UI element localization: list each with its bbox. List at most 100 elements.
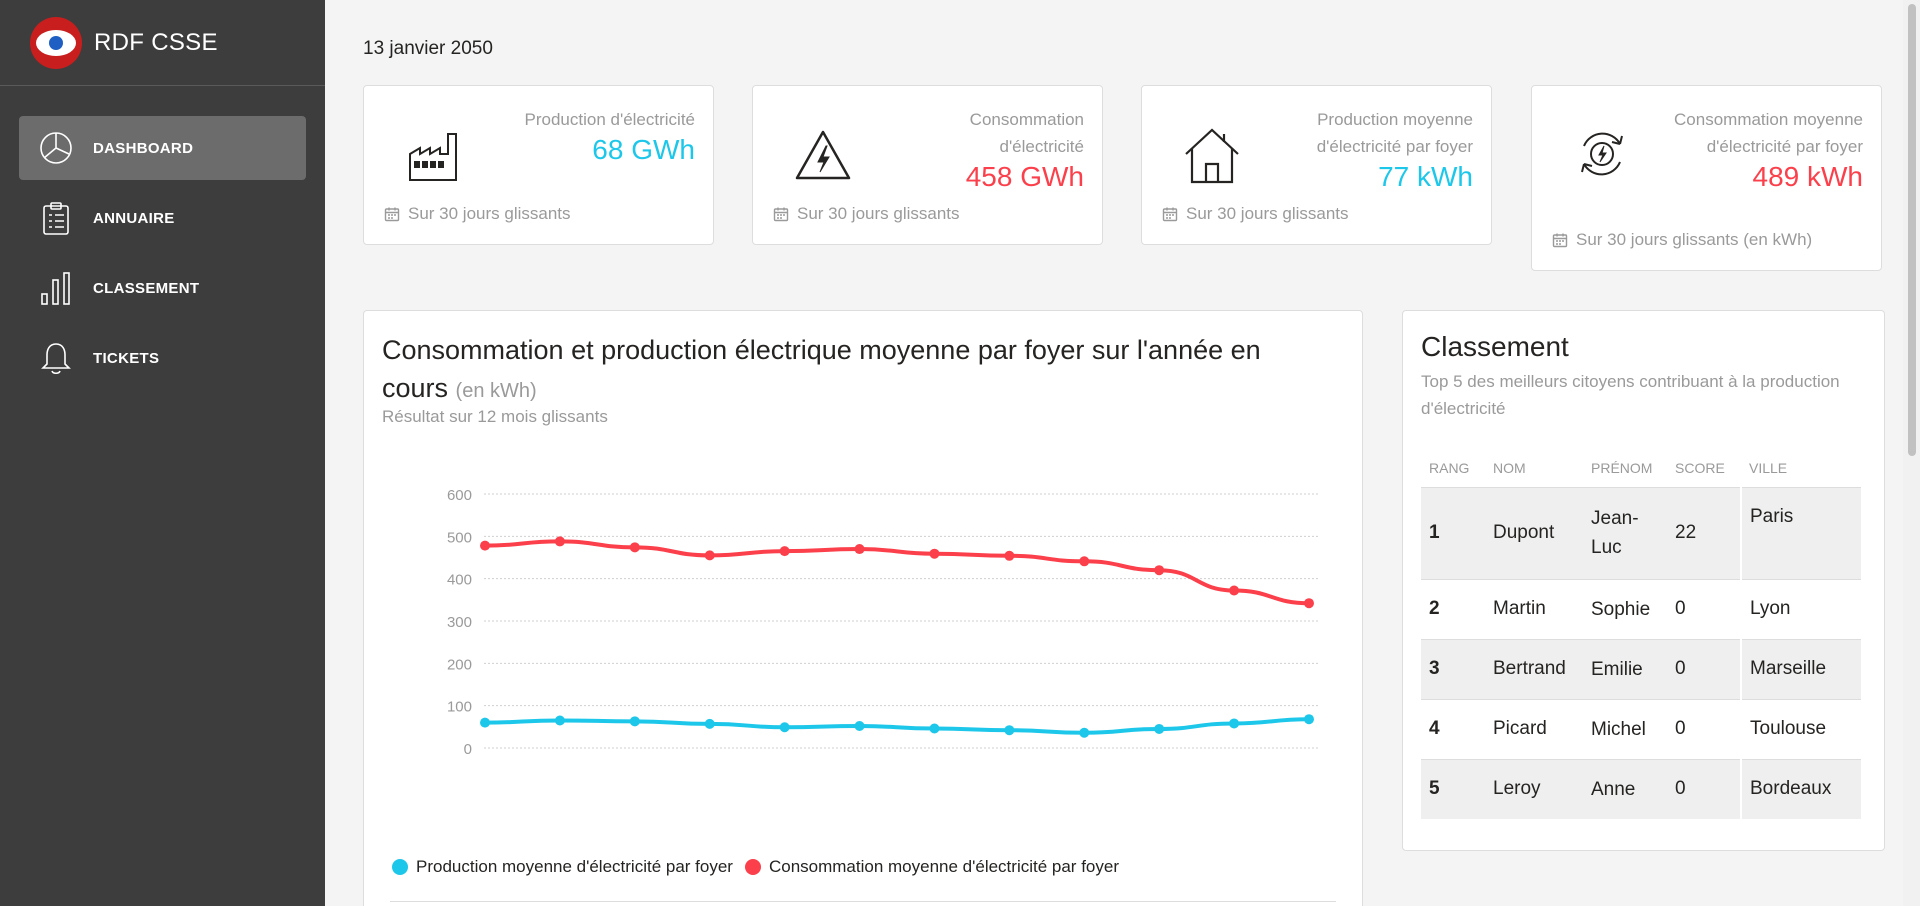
cell-prenom: Sophie (1583, 578, 1667, 639)
x-tick-label: Mai (785, 760, 809, 761)
sidebar-item-annuaire[interactable]: ANNUAIRE (19, 186, 306, 250)
data-point[interactable] (929, 723, 940, 734)
bell-icon (37, 339, 75, 377)
eye-logo-icon (30, 16, 82, 69)
stat-value: 458 GWh (965, 161, 1084, 192)
cell-score: 0 (1667, 578, 1741, 639)
current-date: 13 janvier 2050 (363, 38, 493, 59)
clipboard-icon (37, 199, 75, 237)
y-tick-label: 600 (447, 487, 472, 504)
chart-unit: (en kWh) (455, 380, 537, 402)
legend-label: Production moyenne d'électricité par foy… (416, 857, 733, 876)
stat-card-consommation: Consommation d'électricité 458 GWh Sur 3… (752, 85, 1103, 245)
data-point[interactable] (929, 548, 940, 559)
data-point[interactable] (854, 544, 865, 555)
x-tick-label: Mars (630, 760, 663, 761)
table-row[interactable]: 3 Bertrand Emilie 0 Marseille (1421, 638, 1861, 699)
data-point[interactable] (1154, 723, 1165, 734)
y-tick-label: 100 (447, 699, 472, 716)
calendar-icon (384, 207, 400, 222)
sidebar-item-label: TICKETS (93, 349, 160, 367)
data-point[interactable] (629, 542, 640, 553)
data-point[interactable] (1079, 556, 1090, 567)
column-header: RANG (1429, 459, 1470, 476)
sidebar-item-classement[interactable]: CLASSEMENT (19, 256, 306, 320)
sidebar-item-dashboard[interactable]: DASHBOARD (19, 116, 306, 180)
data-point[interactable] (1079, 727, 1090, 738)
series-line-2 (484, 539, 1310, 606)
legend-label: Consommation moyenne d'électricité par f… (768, 857, 1119, 876)
ranking-title: Classement (1421, 331, 1569, 362)
stat-card-consommation-foyer: Consommation moyenne d'électricité par f… (1531, 85, 1882, 271)
data-point[interactable] (1229, 718, 1240, 729)
legend-dot (392, 859, 408, 875)
cell-nom: Picard (1485, 698, 1583, 759)
data-point[interactable] (779, 546, 790, 557)
calendar-icon (1162, 207, 1178, 222)
sidebar-item-tickets[interactable]: TICKETS (19, 326, 306, 390)
series-line-1 (484, 717, 1310, 735)
legend-item-consommation[interactable]: Consommation moyenne d'électricité par f… (744, 857, 1119, 877)
data-point[interactable] (779, 722, 790, 733)
table-row[interactable]: 1 Dupont Jean-Luc 22 Paris (1421, 486, 1861, 579)
data-point[interactable] (1004, 725, 1015, 736)
data-point[interactable] (1004, 550, 1015, 561)
x-tick-label: Aout (1006, 760, 1038, 761)
main-content: 13 janvier 2050 Production d'électricité… (325, 0, 1920, 906)
x-tick-label: Juil (935, 760, 958, 761)
chart-subtitle: Résultat sur 12 mois glissants (382, 407, 608, 426)
cell-prenom: Jean-Luc (1583, 486, 1667, 579)
sidebar-nav: DASHBOARD ANNUAIRE CLASSEMENT TICKETS (0, 86, 325, 390)
table-row[interactable]: 4 Picard Michel 0 Toulouse (1421, 698, 1861, 759)
sidebar-item-label: CLASSEMENT (93, 279, 200, 297)
brand[interactable]: RDF CSSE (0, 0, 325, 86)
data-point[interactable] (480, 540, 490, 551)
stat-footer-text: Sur 30 jours glissants (1186, 204, 1349, 223)
x-tick-label: Fév (559, 760, 585, 761)
sidebar-item-label: ANNUAIRE (93, 209, 175, 227)
cell-prenom: Anne (1583, 758, 1667, 819)
calendar-icon (773, 207, 789, 222)
chart-card: Consommation et production électrique mo… (363, 310, 1363, 906)
data-point[interactable] (1304, 714, 1314, 725)
stat-footer-text: Sur 30 jours glissants (en kWh) (1576, 230, 1813, 249)
cell-score: 22 (1667, 486, 1741, 579)
data-point[interactable] (480, 717, 490, 728)
stat-footer: Sur 30 jours glissants (773, 204, 960, 224)
ranking-table: RANG NOM PRÉNOM SCORE VILLE 1 Dupont Jean-… (1421, 451, 1861, 819)
x-tick-label: Sept (1081, 760, 1113, 761)
cell-rang: 2 (1421, 578, 1485, 639)
cell-ville: Paris (1740, 486, 1861, 579)
scrollbar[interactable] (1903, 0, 1920, 906)
data-point[interactable] (1229, 585, 1240, 596)
data-point[interactable] (704, 718, 715, 729)
data-point[interactable] (629, 716, 640, 727)
chart-title: Consommation et production électrique mo… (382, 331, 1312, 410)
sidebar-item-label: DASHBOARD (93, 139, 194, 157)
cell-prenom: Emilie (1583, 638, 1667, 699)
cell-rang: 4 (1421, 698, 1485, 759)
data-point[interactable] (854, 720, 865, 731)
column-header: SCORE (1675, 459, 1725, 476)
cell-score: 0 (1667, 698, 1741, 759)
data-point[interactable] (554, 536, 565, 547)
table-row[interactable]: 5 Leroy Anne 0 Bordeaux (1421, 758, 1861, 819)
stat-label: Production d'électricité (524, 110, 696, 129)
data-point[interactable] (554, 715, 565, 726)
legend-item-production[interactable]: Production moyenne d'électricité par foy… (392, 857, 733, 877)
brand-name: RDF CSSE (94, 28, 218, 56)
stat-value: 68 GWh (592, 134, 695, 165)
scrollbar-thumb[interactable] (1908, 4, 1916, 456)
cell-nom: Bertrand (1485, 638, 1583, 699)
table-header-row: RANG NOM PRÉNOM SCORE VILLE (1421, 451, 1861, 487)
data-point[interactable] (1154, 565, 1165, 576)
stat-label: Production moyenne d'électricité par foy… (1316, 110, 1473, 156)
y-tick-label: 500 (447, 529, 472, 546)
cell-rang: 5 (1421, 758, 1485, 819)
data-point[interactable] (1304, 598, 1314, 609)
bar-chart-icon (37, 269, 75, 307)
table-row[interactable]: 2 Martin Sophie 0 Lyon (1421, 578, 1861, 639)
stat-label: Consommation d'électricité (969, 110, 1084, 156)
chart-legend: Production moyenne d'électricité par foy… (392, 857, 1131, 877)
data-point[interactable] (704, 550, 715, 561)
